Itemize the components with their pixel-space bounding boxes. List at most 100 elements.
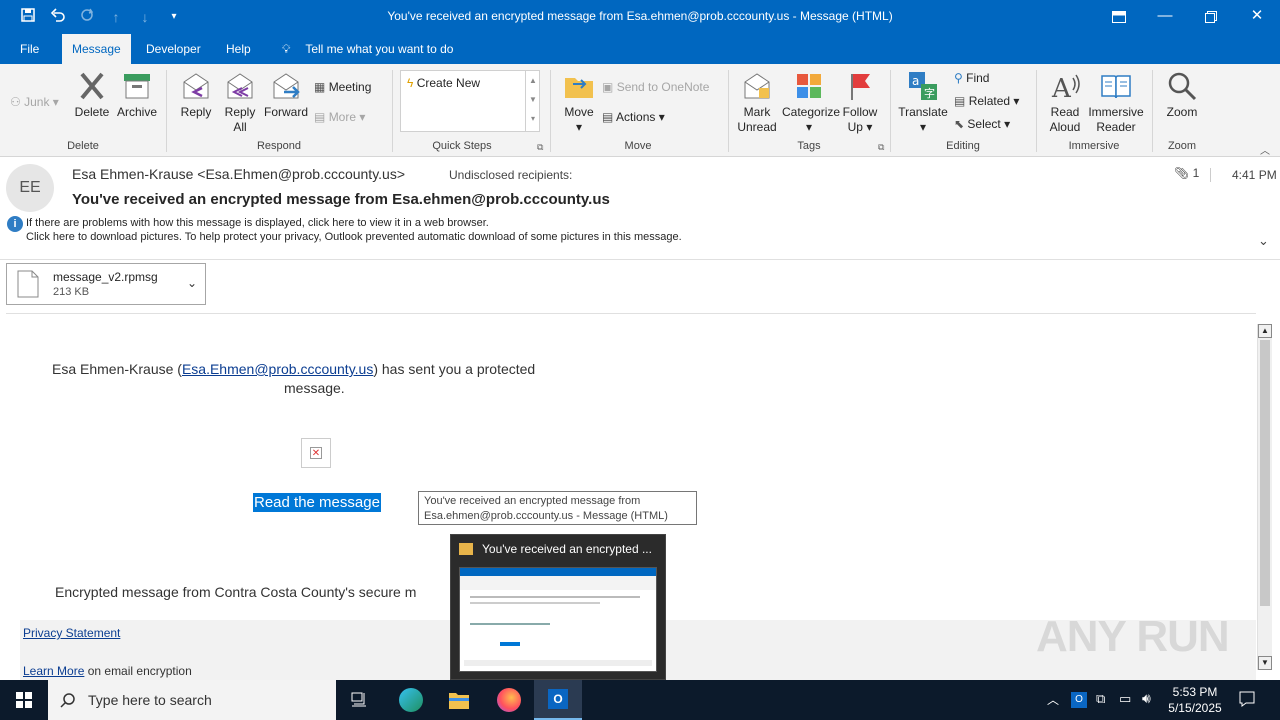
scroll-up-icon[interactable]: ▲ xyxy=(1258,324,1272,338)
task-view-icon xyxy=(351,692,366,707)
close-icon[interactable]: ✕ xyxy=(1234,0,1280,34)
more-icon: ▤ xyxy=(314,110,326,124)
quick-steps-scroll[interactable]: ▲ ▼ ▾ xyxy=(525,71,540,131)
info-bar-line1[interactable]: If there are problems with how this mess… xyxy=(26,217,489,229)
file-icon xyxy=(17,270,39,298)
reply-all-button[interactable]: Reply All xyxy=(220,70,260,135)
tab-message[interactable]: Message xyxy=(62,34,131,64)
svg-text:A: A xyxy=(1051,74,1072,102)
reply-button[interactable]: Reply xyxy=(176,70,216,120)
attachment-name: message_v2.rpmsg xyxy=(53,270,158,284)
outlook-icon: O xyxy=(548,689,568,709)
received-time: 4:41 PM xyxy=(1232,168,1277,182)
calendar-icon: ▦ xyxy=(314,80,326,94)
firefox-button[interactable] xyxy=(484,680,532,720)
file-explorer-button[interactable] xyxy=(434,680,482,720)
delete-button[interactable]: Delete xyxy=(72,70,112,120)
translate-button[interactable]: a字 Translate ▾ xyxy=(898,70,948,135)
preview-title: You've received an encrypted ... xyxy=(482,542,652,556)
immersive-reader-button[interactable]: Immersive Reader xyxy=(1088,70,1144,135)
group-move-label: Move xyxy=(624,140,652,152)
read-message-link[interactable]: Read the message xyxy=(253,493,381,512)
mark-unread-button[interactable]: Mark Unread xyxy=(734,70,780,135)
show-hidden-icons[interactable]: ︿ xyxy=(1047,691,1059,708)
junk-button[interactable]: ⚇ Junk ▾ xyxy=(10,92,59,112)
actions-icon: ▤ xyxy=(602,110,614,124)
more-button[interactable]: ▤ More ▾ xyxy=(314,107,365,127)
taskbar-preview[interactable]: You've received an encrypted ... xyxy=(450,534,666,680)
notifications-icon[interactable] xyxy=(1238,690,1258,710)
select-button[interactable]: ⬉ Select ▾ xyxy=(954,114,1010,134)
avatar: EE xyxy=(6,164,54,212)
archive-icon xyxy=(124,74,150,99)
network-icon[interactable]: ▭ xyxy=(1119,691,1131,707)
firefox-icon xyxy=(497,688,521,712)
sender-email-link[interactable]: Esa.Ehmen@prob.cccounty.us xyxy=(182,361,373,377)
vertical-scrollbar[interactable]: ▲ ▼ xyxy=(1257,324,1272,670)
forward-button[interactable]: Forward xyxy=(262,70,310,120)
categorize-button[interactable]: Categorize ▾ xyxy=(782,70,840,135)
create-new-quick-step[interactable]: ϟ Create New xyxy=(407,73,480,93)
lightbulb-icon: 💡︎ xyxy=(282,42,291,56)
protected-message-text: Esa Ehmen-Krause (Esa.Ehmen@prob.cccount… xyxy=(52,361,536,377)
tab-help[interactable]: Help xyxy=(216,34,261,64)
taskbar-tooltip: You've received an encrypted message fro… xyxy=(418,491,697,525)
immersive-reader-icon xyxy=(1101,75,1131,99)
outlook-button[interactable]: O xyxy=(534,680,582,720)
send-to-onenote-button[interactable]: ▣ Send to OneNote xyxy=(602,77,709,97)
recipients: Undisclosed recipients: xyxy=(449,168,573,182)
svg-text:字: 字 xyxy=(924,86,935,100)
move-button[interactable]: Move ▾ xyxy=(560,70,598,135)
flag-icon xyxy=(851,74,870,100)
volume-icon[interactable]: 🔊︎ xyxy=(1142,690,1151,707)
tab-developer[interactable]: Developer xyxy=(136,34,211,64)
quick-steps-gallery[interactable]: ϟ Create New ▲ ▼ ▾ xyxy=(400,70,540,132)
follow-up-button[interactable]: Follow Up ▾ xyxy=(840,70,880,135)
privacy-statement-link[interactable]: Privacy Statement xyxy=(23,626,120,640)
edge-button[interactable] xyxy=(386,680,434,720)
quick-steps-launcher-icon[interactable]: ⧉ xyxy=(537,142,543,153)
read-aloud-button[interactable]: A Read Aloud xyxy=(1044,70,1086,135)
minimize-icon[interactable]: — xyxy=(1142,0,1188,34)
start-button[interactable] xyxy=(0,680,48,720)
svg-text:a: a xyxy=(912,74,919,88)
info-bar-line2[interactable]: Click here to download pictures. To help… xyxy=(26,231,682,243)
meet-now-icon[interactable]: ⧉ xyxy=(1096,691,1105,707)
actions-button[interactable]: ▤ Actions ▾ xyxy=(602,107,665,127)
preview-thumbnail xyxy=(459,567,657,672)
window-title: You've received an encrypted message fro… xyxy=(387,9,893,23)
edge-icon xyxy=(399,688,423,712)
expand-header-icon[interactable]: ⌄ xyxy=(1258,233,1269,249)
ribbon-display-icon[interactable] xyxy=(1096,0,1142,34)
related-button[interactable]: ▤ Related ▾ xyxy=(954,91,1019,111)
attachment-dropdown-icon[interactable]: ⌄ xyxy=(187,276,197,290)
outlook-tray-icon[interactable]: O xyxy=(1071,692,1087,708)
learn-more-link[interactable]: Learn More xyxy=(23,664,84,678)
footer-text: Encrypted message from Contra Costa Coun… xyxy=(55,584,417,600)
task-view-button[interactable] xyxy=(336,680,384,720)
lightning-icon: ϟ xyxy=(407,76,414,90)
tell-me-box[interactable]: 💡︎ Tell me what you want to do xyxy=(272,34,463,64)
meeting-button[interactable]: ▦ Meeting xyxy=(314,77,371,97)
collapse-ribbon-icon[interactable]: ︿ xyxy=(1260,142,1270,157)
clock[interactable]: 5:53 PM 5/15/2025 xyxy=(1165,684,1225,716)
maximize-icon[interactable] xyxy=(1188,0,1234,34)
tags-launcher-icon[interactable]: ⧉ xyxy=(878,142,884,153)
scroll-down-icon[interactable]: ▼ xyxy=(1258,656,1272,670)
related-icon: ▤ xyxy=(954,94,966,108)
group-delete-label: Delete xyxy=(67,140,99,152)
attachment-card[interactable]: message_v2.rpmsg 213 KB ⌄ xyxy=(6,263,206,305)
tab-file[interactable]: File xyxy=(10,34,49,64)
taskbar-search[interactable]: Type here to search xyxy=(48,680,336,720)
ribbon-tabs: File Message Developer Help 💡︎ Tell me w… xyxy=(0,34,1280,64)
archive-button[interactable]: Archive xyxy=(114,70,160,120)
group-editing-label: Editing xyxy=(946,140,980,152)
protected-message-text-2: message. xyxy=(284,380,345,396)
zoom-button[interactable]: Zoom xyxy=(1160,70,1204,120)
attachment-size: 213 KB xyxy=(53,286,90,298)
divider xyxy=(0,259,1280,260)
scroll-thumb[interactable] xyxy=(1260,340,1270,606)
junk-icon: ⚇ xyxy=(10,95,21,109)
find-button[interactable]: ⚲ Find xyxy=(954,68,989,88)
sender[interactable]: Esa Ehmen-Krause <Esa.Ehmen@prob.cccount… xyxy=(72,166,405,182)
